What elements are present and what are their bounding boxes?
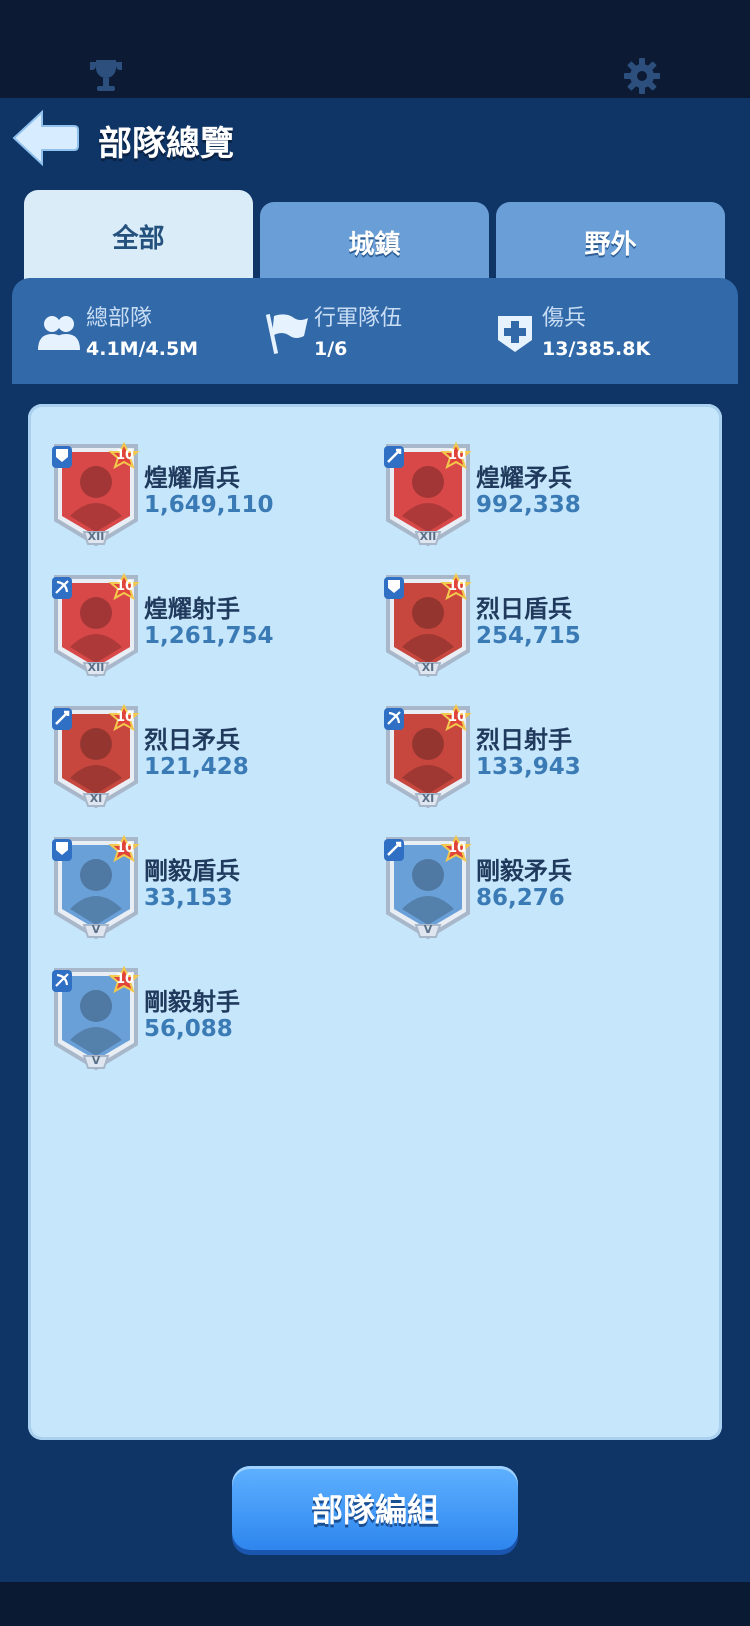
troop-card[interactable]: 10 XII 煌耀盾兵 1,649,110: [40, 440, 340, 550]
troop-name: 煌耀矛兵: [476, 464, 572, 492]
troop-list: 10 XII 煌耀盾兵 1,649,110 10 XII 煌耀矛兵 992,33…: [28, 404, 722, 1440]
troop-count: 133,943: [476, 754, 581, 780]
trophy-icon[interactable]: [86, 56, 126, 96]
troop-count: 33,153: [144, 885, 233, 911]
troop-card[interactable]: 10 XI 烈日射手 133,943: [372, 702, 672, 812]
troop-count: 86,276: [476, 885, 565, 911]
back-arrow-icon[interactable]: [10, 108, 80, 168]
troop-card[interactable]: 10 XI 烈日矛兵 121,428: [40, 702, 340, 812]
troop-level-badge: 10: [115, 972, 135, 987]
stat-value: 13/385.8K: [542, 338, 651, 360]
troop-card[interactable]: 10 V 剛毅射手 56,088: [40, 964, 340, 1074]
troop-card[interactable]: 10 V 剛毅矛兵 86,276: [372, 833, 672, 943]
troop-tier-label: XII: [87, 530, 105, 543]
troop-tier-label: V: [91, 1054, 101, 1067]
stat-marching-queues: 行軍隊伍 1/6: [252, 292, 472, 372]
troop-name: 剛毅盾兵: [144, 857, 240, 885]
form-troops-label: 部隊編組: [310, 1491, 439, 1529]
tab-city[interactable]: 城鎮: [260, 202, 489, 282]
flag-icon: [265, 314, 308, 354]
medical-cross-icon: [498, 316, 532, 352]
troop-count: 121,428: [144, 754, 249, 780]
troop-count: 992,338: [476, 492, 581, 518]
troop-tier-label: XII: [419, 530, 437, 543]
troop-level-badge: 10: [447, 841, 467, 856]
troop-count: 1,261,754: [144, 623, 274, 649]
page-title: 部隊總覽: [98, 124, 234, 164]
troop-level-badge: 10: [447, 448, 467, 463]
troop-level-badge: 10: [115, 710, 135, 725]
top-status-bar: [0, 0, 750, 98]
troop-level-badge: 10: [115, 448, 135, 463]
stat-value: 1/6: [314, 338, 348, 360]
troop-level-badge: 10: [447, 579, 467, 594]
stats-bar: 總部隊 4.1M/4.5M 行軍隊伍 1/6 傷兵 13/385.8K: [12, 278, 738, 384]
stat-total-troops: 總部隊 4.1M/4.5M: [24, 292, 244, 372]
troop-level-badge: 10: [115, 579, 135, 594]
troop-tier-label: XI: [421, 792, 435, 805]
troop-name: 剛毅矛兵: [476, 857, 572, 885]
troop-level-badge: 10: [447, 710, 467, 725]
troop-card[interactable]: 10 XII 煌耀矛兵 992,338: [372, 440, 672, 550]
troop-tier-label: V: [91, 923, 101, 936]
tab-all[interactable]: 全部: [24, 190, 253, 282]
form-troops-button[interactable]: 部隊編組: [232, 1466, 518, 1550]
troop-tier-label: XI: [89, 792, 103, 805]
troop-count: 1,649,110: [144, 492, 274, 518]
troop-level-badge: 10: [115, 841, 135, 856]
troop-card[interactable]: 10 XII 煌耀射手 1,261,754: [40, 571, 340, 681]
troop-count: 254,715: [476, 623, 581, 649]
troop-card[interactable]: 10 V 剛毅盾兵 33,153: [40, 833, 340, 943]
stat-wounded: 傷兵 13/385.8K: [480, 292, 720, 372]
troop-card[interactable]: 10 XI 烈日盾兵 254,715: [372, 571, 672, 681]
troops-icon: [38, 316, 80, 350]
troop-name: 煌耀射手: [144, 595, 240, 623]
troop-tier-label: XI: [421, 661, 435, 674]
stat-value: 4.1M/4.5M: [86, 338, 199, 360]
stat-label: 總部隊: [86, 306, 153, 331]
troop-name: 烈日矛兵: [144, 726, 240, 754]
stat-label: 行軍隊伍: [314, 306, 403, 331]
settings-gear-icon[interactable]: [622, 56, 662, 96]
troop-count: 56,088: [144, 1016, 233, 1042]
troop-name: 剛毅射手: [144, 988, 240, 1016]
troop-name: 烈日盾兵: [476, 595, 572, 623]
stat-label: 傷兵: [542, 306, 587, 331]
tab-field[interactable]: 野外: [496, 202, 725, 282]
troop-name: 煌耀盾兵: [144, 464, 240, 492]
troop-tier-label: V: [423, 923, 433, 936]
troop-tier-label: XII: [87, 661, 105, 674]
troop-name: 烈日射手: [476, 726, 572, 754]
